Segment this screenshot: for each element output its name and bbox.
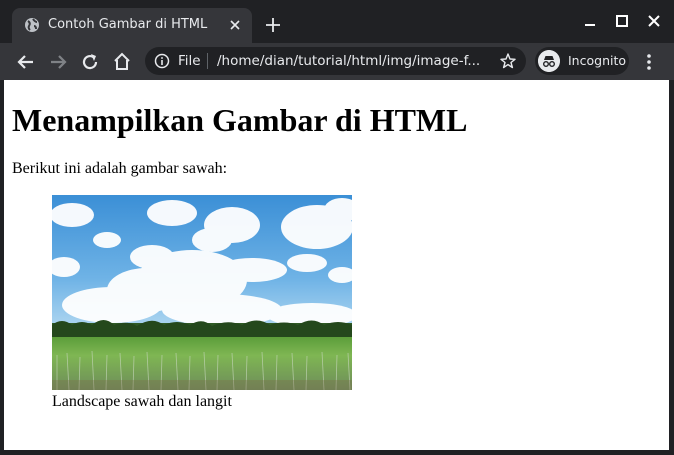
incognito-icon [538,50,560,72]
address-bar[interactable]: File /home/dian/tutorial/html/img/image-… [145,47,526,75]
browser-window: Contoh Gambar di HTML File /home/dian/tu… [0,0,674,455]
tab-strip: Contoh Gambar di HTML [0,0,674,43]
page-heading: Menampilkan Gambar di HTML [12,102,468,138]
forward-arrow-icon[interactable] [46,50,70,74]
new-tab-icon[interactable] [262,14,284,36]
tab-close-icon[interactable] [226,16,244,34]
globe-icon [25,18,39,32]
url-scheme-label: File [178,53,201,69]
maximize-icon[interactable] [611,10,633,32]
home-icon[interactable] [110,50,134,74]
window-close-icon[interactable] [643,10,665,32]
bookmark-star-icon[interactable] [499,52,517,70]
tab-title: Contoh Gambar di HTML [48,17,208,32]
figure-caption: Landscape sawah dan langit [52,393,232,410]
browser-toolbar: File /home/dian/tutorial/html/img/image-… [0,43,674,80]
url-text[interactable]: /home/dian/tutorial/html/img/image-f... [217,53,480,69]
rice-field-image [52,195,352,390]
incognito-profile-button[interactable]: Incognito [535,47,629,75]
back-arrow-icon[interactable] [14,50,38,74]
minimize-icon[interactable] [579,10,601,32]
info-icon[interactable] [154,53,170,69]
intro-paragraph: Berikut ini adalah gambar sawah: [12,160,228,177]
reload-icon[interactable] [78,50,102,74]
page-viewport: Menampilkan Gambar di HTML Berikut ini a… [4,80,669,450]
incognito-label: Incognito [568,53,627,68]
scheme-divider [207,53,208,69]
tab-active[interactable]: Contoh Gambar di HTML [12,8,252,43]
figure: Landscape sawah dan langit [52,195,352,411]
kebab-menu-icon[interactable] [640,51,658,73]
